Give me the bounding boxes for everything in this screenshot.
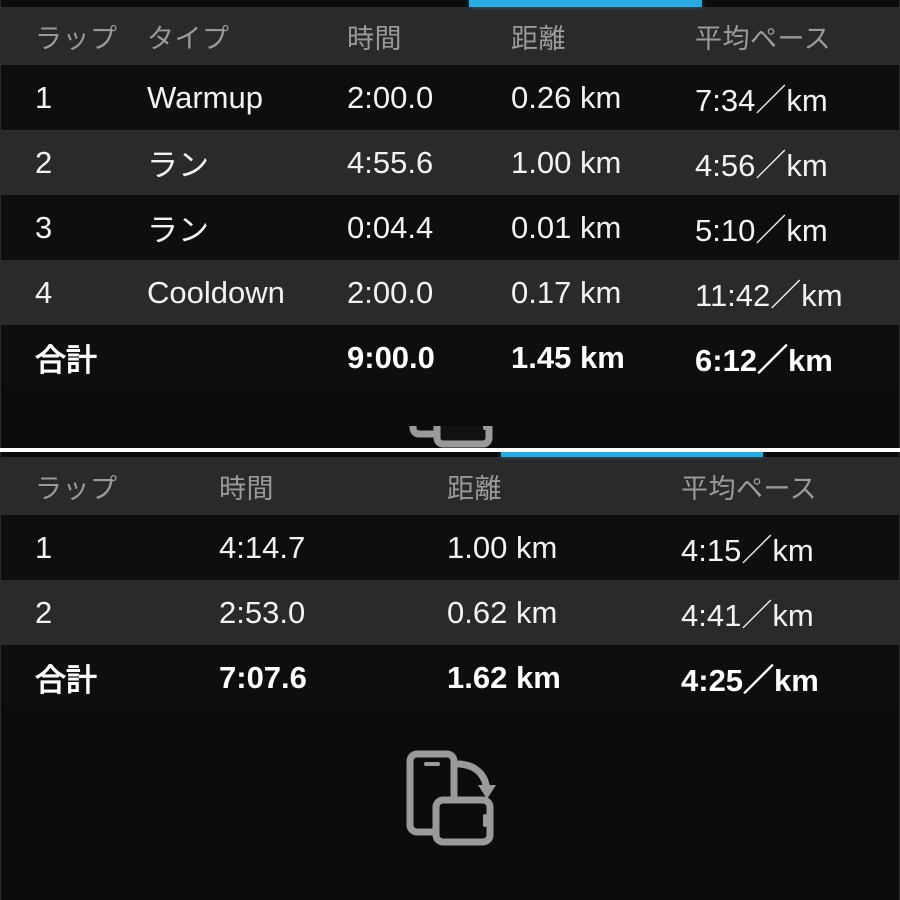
accent-progress-track-bottom	[1, 452, 899, 457]
table-row-total: 合計 7:07.6 1.62 km 4:25／km	[1, 645, 899, 710]
table-row[interactable]: 3 ラン 0:04.4 0.01 km 5:10／km	[1, 195, 899, 260]
cell-lap: 1	[35, 529, 53, 565]
cell-total-distance: 1.45 km	[511, 339, 625, 375]
column-header-time: 時間	[219, 473, 274, 504]
table-row[interactable]: 2 2:53.0 0.62 km 4:41／km	[1, 580, 899, 645]
lap-table-run: ラップ 時間 距離 平均ペース 1 4:14.7 1.00 km 4:15／km…	[1, 457, 899, 710]
app-screen: ラップ タイプ 時間 距離 平均ペース 1 Warmup 2:00.0 0.26…	[0, 0, 900, 900]
lap-table-workout: ラップ タイプ 時間 距離 平均ペース 1 Warmup 2:00.0 0.26…	[1, 7, 899, 390]
cell-type: ラン	[147, 148, 209, 183]
accent-progress-fill-top	[469, 0, 702, 7]
table-header-row: ラップ 時間 距離 平均ペース	[1, 457, 899, 515]
cell-lap: 2	[35, 144, 53, 180]
cell-total-distance: 1.62 km	[447, 659, 561, 695]
cell-lap: 3	[35, 209, 53, 245]
cell-time: 2:00.0	[347, 79, 434, 115]
cell-total-time: 7:07.6	[219, 659, 307, 695]
cell-total-label: 合計	[35, 343, 97, 378]
cell-distance: 1.00 km	[511, 144, 622, 180]
cell-time: 4:55.6	[347, 144, 434, 180]
lap-splits-panel-workout: ラップ タイプ 時間 距離 平均ペース 1 Warmup 2:00.0 0.26…	[0, 0, 900, 448]
cell-total-label: 合計	[35, 663, 97, 698]
cell-pace: 11:42／km	[695, 278, 843, 313]
cell-pace: 7:34／km	[695, 83, 828, 118]
column-header-distance: 距離	[511, 23, 566, 54]
rotate-device-hint-clipped	[1, 426, 899, 448]
column-header-pace: 平均ペース	[681, 473, 818, 504]
cell-pace: 4:41／km	[681, 598, 814, 633]
cell-lap: 4	[35, 274, 53, 310]
cell-type: ラン	[147, 213, 209, 248]
table-row-total: 合計 9:00.0 1.45 km 6:12／km	[1, 325, 899, 390]
cell-total-time: 9:00.0	[347, 339, 435, 375]
cell-lap: 2	[35, 594, 53, 630]
cell-time: 2:00.0	[347, 274, 434, 310]
cell-time: 0:04.4	[347, 209, 434, 245]
cell-distance: 0.62 km	[447, 594, 558, 630]
cell-total-pace: 4:25／km	[681, 663, 819, 698]
cell-pace: 5:10／km	[695, 213, 828, 248]
cell-distance: 0.17 km	[511, 274, 622, 310]
cell-type: Cooldown	[147, 274, 285, 310]
cell-lap: 1	[35, 79, 53, 115]
cell-pace: 4:56／km	[695, 148, 828, 183]
cell-total-type	[147, 325, 347, 390]
cell-type: Warmup	[147, 79, 263, 115]
rotate-device-icon	[404, 748, 496, 855]
table-row[interactable]: 1 Warmup 2:00.0 0.26 km 7:34／km	[1, 65, 899, 130]
column-header-pace: 平均ペース	[695, 23, 832, 54]
column-header-time: 時間	[347, 23, 402, 54]
column-header-lap: ラップ	[35, 23, 118, 54]
rotate-device-hint	[1, 710, 899, 846]
column-header-distance: 距離	[447, 473, 502, 504]
lap-splits-panel-run: ラップ 時間 距離 平均ペース 1 4:14.7 1.00 km 4:15／km…	[0, 452, 900, 900]
accent-progress-track-top	[1, 0, 899, 7]
cell-distance: 0.26 km	[511, 79, 622, 115]
column-header-lap: ラップ	[35, 473, 118, 504]
rotate-device-icon	[407, 426, 493, 448]
cell-time: 2:53.0	[219, 594, 306, 630]
cell-pace: 4:15／km	[681, 533, 814, 568]
cell-distance: 1.00 km	[447, 529, 558, 565]
accent-progress-fill-bottom	[501, 452, 763, 457]
table-header-row: ラップ タイプ 時間 距離 平均ペース	[1, 7, 899, 65]
table-row[interactable]: 1 4:14.7 1.00 km 4:15／km	[1, 515, 899, 580]
cell-distance: 0.01 km	[511, 209, 622, 245]
column-header-type: タイプ	[147, 23, 230, 54]
cell-time: 4:14.7	[219, 529, 306, 565]
cell-total-pace: 6:12／km	[695, 343, 833, 378]
table-row[interactable]: 4 Cooldown 2:00.0 0.17 km 11:42／km	[1, 260, 899, 325]
table-row[interactable]: 2 ラン 4:55.6 1.00 km 4:56／km	[1, 130, 899, 195]
